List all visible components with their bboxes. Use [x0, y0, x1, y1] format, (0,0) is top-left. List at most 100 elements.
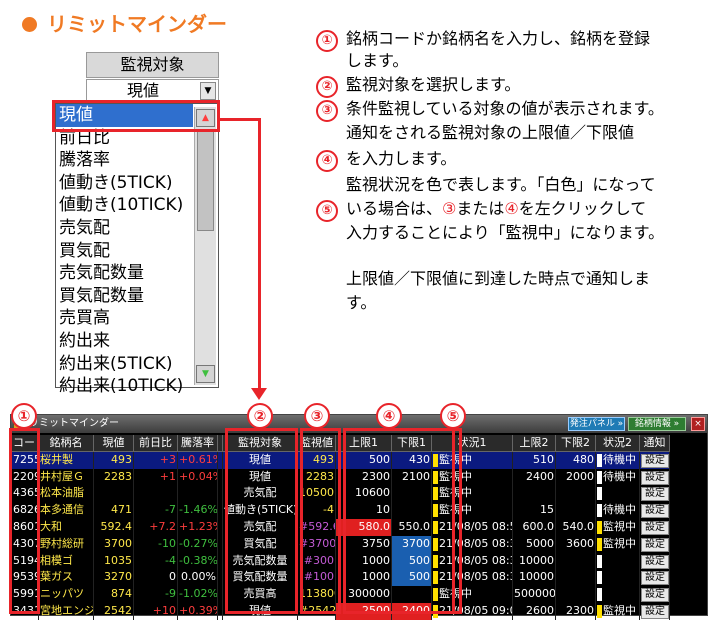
- column-header[interactable]: 下限2: [556, 435, 596, 451]
- settings-button[interactable]: 設定: [641, 504, 669, 519]
- cell-up2[interactable]: 5000: [513, 535, 556, 553]
- dropdown-option[interactable]: 約出来(10TICK): [56, 375, 193, 398]
- cell-notify[interactable]: 設定: [640, 552, 670, 570]
- cell-dn2[interactable]: 2300: [556, 602, 596, 620]
- dropdown-option[interactable]: 値動き(10TICK): [56, 194, 193, 217]
- settings-button[interactable]: 設定: [641, 554, 669, 569]
- dropdown-option[interactable]: 約出来(5TICK): [56, 353, 193, 376]
- table-row[interactable]: 5194 相模ゴ 1035 -4 -0.38% 売気配数量 #300 1000 500 21/08…: [12, 552, 670, 570]
- cell-pct: -0.27%: [178, 535, 218, 553]
- cell-dn2[interactable]: 2000: [556, 468, 596, 486]
- callout-number: ⑤: [440, 403, 466, 429]
- cell-dn2[interactable]: [556, 569, 596, 587]
- cell-dn2[interactable]: [556, 502, 596, 519]
- dropdown-option[interactable]: 買気配数量: [56, 285, 193, 308]
- cell-notify[interactable]: 設定: [640, 586, 670, 603]
- cell-notify[interactable]: 設定: [640, 602, 670, 620]
- cell-up2[interactable]: 500000: [513, 586, 556, 603]
- cell-dn2[interactable]: [556, 586, 596, 603]
- column-header[interactable]: 状況2: [596, 435, 640, 451]
- column-header[interactable]: 騰落率: [178, 435, 218, 451]
- cell-up2[interactable]: 10000: [513, 569, 556, 587]
- cell-dn2[interactable]: [556, 552, 596, 570]
- scroll-thumb[interactable]: [197, 129, 214, 231]
- table-row[interactable]: 8601大和592.4+7.2+1.23%売気配#592.6580.0550.0…: [12, 518, 670, 536]
- dropdown-option[interactable]: 騰落率: [56, 149, 193, 172]
- cell-status[interactable]: 待機中: [596, 502, 640, 519]
- settings-button[interactable]: 設定: [641, 453, 669, 468]
- cell-up2[interactable]: 510: [513, 451, 556, 469]
- cell-status[interactable]: 監視中: [596, 602, 640, 620]
- cell-dn2[interactable]: 480: [556, 451, 596, 469]
- settings-button[interactable]: 設定: [641, 588, 669, 603]
- callout-frame-1: [9, 428, 40, 614]
- cell-dn2[interactable]: 3600: [556, 535, 596, 553]
- cell-notify[interactable]: 設定: [640, 451, 670, 469]
- cell-notify[interactable]: 設定: [640, 569, 670, 587]
- cell-status[interactable]: [596, 586, 640, 603]
- column-header[interactable]: 現値: [94, 435, 134, 451]
- cell-notify[interactable]: 設定: [640, 485, 670, 503]
- cell-status[interactable]: 待機中: [596, 468, 640, 486]
- cell-up2[interactable]: [513, 485, 556, 503]
- cell-up2[interactable]: 15: [513, 502, 556, 519]
- cell-name: 大和: [39, 518, 94, 536]
- callout-frame-2: [225, 428, 298, 614]
- table-row[interactable]: 4365 松本油脂 売気配 10500 10600 監視中 設定: [12, 485, 670, 503]
- callout-number: ①: [11, 403, 37, 429]
- column-header[interactable]: 銘柄名: [39, 435, 94, 451]
- order-panel-button[interactable]: 発注パネル »: [568, 417, 625, 431]
- cell-up2[interactable]: 600.0: [513, 518, 556, 536]
- stock-info-button[interactable]: 銘柄情報 »: [628, 417, 686, 431]
- cell-chg: 0: [134, 569, 178, 587]
- chevron-down-icon[interactable]: ▼: [200, 82, 216, 100]
- dropdown-option[interactable]: 売気配数量: [56, 262, 193, 285]
- dropdown-option[interactable]: 買気配: [56, 240, 193, 263]
- cell-notify[interactable]: 設定: [640, 518, 670, 536]
- target-dropdown-list[interactable]: 現値 前日比 騰落率 値動き(5TICK) 値動き(10TICK) 売気配 買気配 売気配数量…: [55, 103, 219, 396]
- cell-status[interactable]: 待機中: [596, 451, 640, 469]
- cell-up2[interactable]: 10000: [513, 552, 556, 570]
- scroll-down-icon[interactable]: ▼: [196, 365, 215, 383]
- cell-notify[interactable]: 設定: [640, 468, 670, 486]
- dropdown-option[interactable]: 約出来: [56, 330, 193, 353]
- settings-button[interactable]: 設定: [641, 571, 669, 586]
- table-row[interactable]: 3431宮地エンジ2542+10+0.39%現値#25422500240021/…: [12, 602, 670, 620]
- cell-up2[interactable]: 2400: [513, 468, 556, 486]
- cell-chg: [134, 485, 178, 503]
- column-header[interactable]: 前日比: [134, 435, 178, 451]
- dropdown-option[interactable]: 売買高: [56, 307, 193, 330]
- table-row[interactable]: 7255桜井製493+3+0.61%現値493500430監視中510480待機…: [12, 451, 670, 469]
- status-text: 監視中: [603, 519, 636, 533]
- table-row[interactable]: 4307 野村総研 3700 -10 -0.27% 買気配 #3700 3750 3700 21/…: [12, 535, 670, 553]
- table-row[interactable]: 2209井村屋Ｇ2283+1+0.04%現値228323002100監視中240…: [12, 468, 670, 486]
- table-row[interactable]: 6826 本多通信 471 -7 -1.46% 値動き(5TICK) -4 10 監視中 15 待機…: [12, 502, 670, 519]
- cell-up2[interactable]: 2600: [513, 602, 556, 620]
- cell-dn2[interactable]: 540.0: [556, 518, 596, 536]
- cell-notify[interactable]: 設定: [640, 535, 670, 553]
- column-header[interactable]: 通知: [640, 435, 670, 451]
- table-row[interactable]: 5991ニッパツ874-9-1.02%売買高113800300000監視中500…: [12, 586, 670, 603]
- settings-button[interactable]: 設定: [641, 537, 669, 552]
- settings-button[interactable]: 設定: [641, 470, 669, 485]
- settings-button[interactable]: 設定: [641, 487, 669, 502]
- note-line: ① 銘柄コードか銘柄名を入力し、銘柄を登録: [316, 28, 650, 52]
- cell-status[interactable]: 監視中: [596, 535, 640, 553]
- cell-status[interactable]: [596, 552, 640, 570]
- cell-status[interactable]: 監視中: [596, 518, 640, 536]
- settings-button[interactable]: 設定: [641, 520, 669, 535]
- cell-notify[interactable]: 設定: [640, 502, 670, 519]
- column-header[interactable]: 上限2: [513, 435, 556, 451]
- cell-status[interactable]: [596, 569, 640, 587]
- settings-button[interactable]: 設定: [641, 604, 669, 619]
- status-indicator: [597, 537, 602, 551]
- list-scrollbar[interactable]: ▲ ▼: [194, 107, 216, 385]
- close-icon[interactable]: ×: [691, 417, 705, 431]
- table-row[interactable]: 9539 葉ガス 3270 0 0.00% 買気配数量 #100 1000 500 21/08/0…: [12, 569, 670, 587]
- cell-dn2[interactable]: [556, 485, 596, 503]
- dropdown-option[interactable]: 値動き(5TICK): [56, 172, 193, 195]
- cell-name: 井村屋Ｇ: [39, 468, 94, 486]
- cell-status[interactable]: [596, 485, 640, 503]
- dropdown-option[interactable]: 売気配: [56, 217, 193, 240]
- status-text: 監視中: [603, 536, 636, 550]
